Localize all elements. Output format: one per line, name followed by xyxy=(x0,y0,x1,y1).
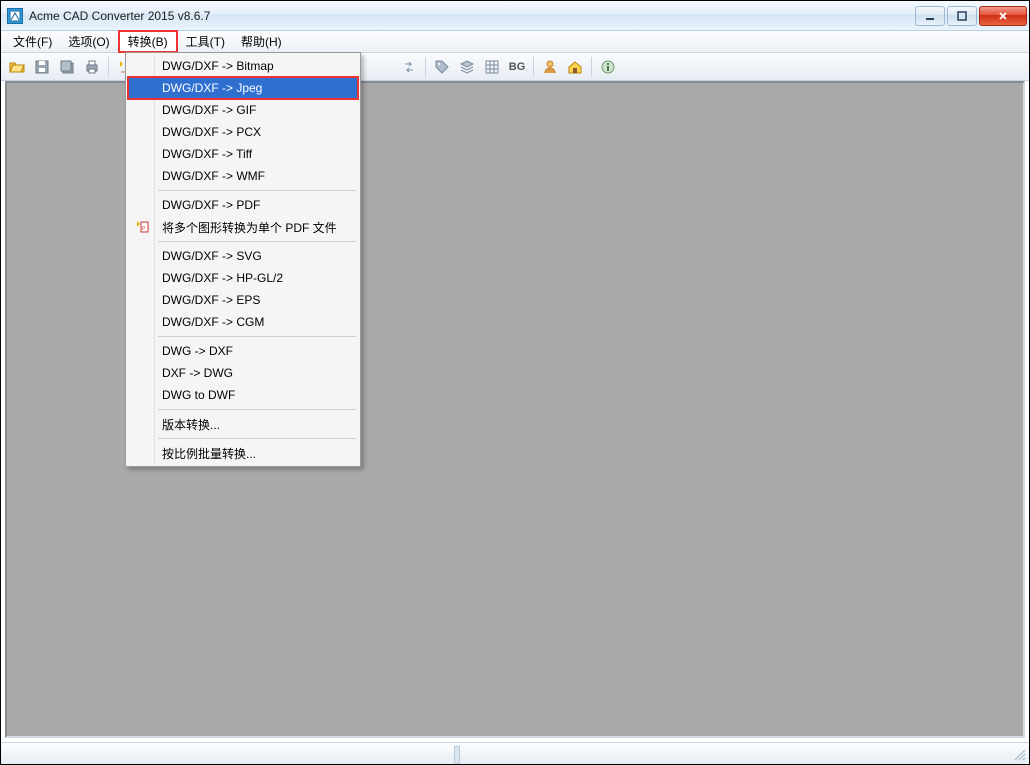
menu-separator xyxy=(158,336,356,337)
menu-文件(F)[interactable]: 文件(F) xyxy=(5,31,60,52)
statusbar xyxy=(1,742,1029,764)
menu-item[interactable]: DWG/DXF -> CGM xyxy=(128,311,358,333)
menu-item-label: DWG/DXF -> PCX xyxy=(156,125,261,139)
menu-item-label: DWG/DXF -> HP-GL/2 xyxy=(156,271,283,285)
close-button[interactable] xyxy=(979,6,1027,26)
toolbar-separator xyxy=(533,57,534,77)
convert-menu: DWG/DXF -> Bitmap DWG/DXF -> Jpeg DWG/DXF … xyxy=(125,52,361,467)
status-pane-divider[interactable] xyxy=(454,746,460,764)
layers-icon[interactable] xyxy=(455,56,479,78)
menu-item-label: DWG -> DXF xyxy=(156,344,233,358)
menu-item[interactable]: 版本转换... xyxy=(128,413,358,435)
save-all-icon[interactable] xyxy=(55,56,79,78)
tag-icon[interactable] xyxy=(430,56,454,78)
save-icon[interactable] xyxy=(30,56,54,78)
minimize-button[interactable] xyxy=(915,6,945,26)
home-icon[interactable] xyxy=(563,56,587,78)
titlebar[interactable]: Acme CAD Converter 2015 v8.6.7 xyxy=(1,1,1029,31)
menu-item-label: 将多个图形转换为单个 PDF 文件 xyxy=(156,219,337,236)
menu-separator xyxy=(158,241,356,242)
menu-item[interactable]: DWG/DXF -> PDF xyxy=(128,194,358,216)
menu-item[interactable]: DWG to DWF xyxy=(128,384,358,406)
menu-转换(B)[interactable]: 转换(B) xyxy=(118,30,178,53)
info-icon[interactable] xyxy=(596,56,620,78)
toolbar-separator xyxy=(425,57,426,77)
open-icon[interactable] xyxy=(5,56,29,78)
menu-item[interactable]: DWG/DXF -> PCX xyxy=(128,121,358,143)
menu-item-label: DWG/DXF -> Bitmap xyxy=(156,59,274,73)
menu-separator xyxy=(158,190,356,191)
menu-item-label: DWG/DXF -> Jpeg xyxy=(156,81,262,95)
menu-item[interactable]: DWG/DXF -> Jpeg xyxy=(128,77,358,99)
menu-选项(O)[interactable]: 选项(O) xyxy=(60,31,117,52)
menu-item[interactable]: P将多个图形转换为单个 PDF 文件 xyxy=(128,216,358,238)
title-text: Acme CAD Converter 2015 v8.6.7 xyxy=(29,9,915,23)
menu-item-label: DXF -> DWG xyxy=(156,366,233,380)
menu-item[interactable]: DWG/DXF -> Bitmap xyxy=(128,55,358,77)
app-icon xyxy=(7,8,23,24)
toolbar-separator xyxy=(591,57,592,77)
menu-item[interactable]: DWG -> DXF xyxy=(128,340,358,362)
print-icon[interactable] xyxy=(80,56,104,78)
menu-工具(T)[interactable]: 工具(T) xyxy=(178,31,233,52)
pdf-icon: P xyxy=(128,219,156,235)
bg-toggle[interactable]: BG xyxy=(505,56,529,78)
menu-item[interactable]: DWG/DXF -> Tiff xyxy=(128,143,358,165)
menu-item-label: DWG/DXF -> SVG xyxy=(156,249,262,263)
menu-item-label: 版本转换... xyxy=(156,416,220,433)
menu-item-label: DWG/DXF -> GIF xyxy=(156,103,256,117)
user-icon[interactable] xyxy=(538,56,562,78)
swap-icon[interactable] xyxy=(397,56,421,78)
menu-item-label: DWG/DXF -> EPS xyxy=(156,293,260,307)
menu-item[interactable]: DWG/DXF -> GIF xyxy=(128,99,358,121)
menu-item-label: DWG/DXF -> WMF xyxy=(156,169,265,183)
menu-item[interactable]: DWG/DXF -> WMF xyxy=(128,165,358,187)
menu-item-label: DWG/DXF -> PDF xyxy=(156,198,260,212)
resize-grip-icon[interactable] xyxy=(1011,746,1027,762)
menu-item[interactable]: 按比例批量转换... xyxy=(128,442,358,464)
menu-separator xyxy=(158,438,356,439)
window-buttons xyxy=(915,6,1027,26)
menubar: 文件(F)选项(O)转换(B)工具(T)帮助(H) xyxy=(1,31,1029,53)
toolbar-separator xyxy=(108,57,109,77)
menu-帮助(H)[interactable]: 帮助(H) xyxy=(233,31,290,52)
menu-item-label: DWG/DXF -> CGM xyxy=(156,315,264,329)
menu-item-label: DWG to DWF xyxy=(156,388,235,402)
menu-item-label: 按比例批量转换... xyxy=(156,445,256,462)
maximize-button[interactable] xyxy=(947,6,977,26)
menu-item-label: DWG/DXF -> Tiff xyxy=(156,147,252,161)
menu-item[interactable]: DWG/DXF -> HP-GL/2 xyxy=(128,267,358,289)
menu-item[interactable]: DXF -> DWG xyxy=(128,362,358,384)
menu-item[interactable]: DWG/DXF -> SVG xyxy=(128,245,358,267)
menu-separator xyxy=(158,409,356,410)
grid-icon[interactable] xyxy=(480,56,504,78)
menu-item[interactable]: DWG/DXF -> EPS xyxy=(128,289,358,311)
